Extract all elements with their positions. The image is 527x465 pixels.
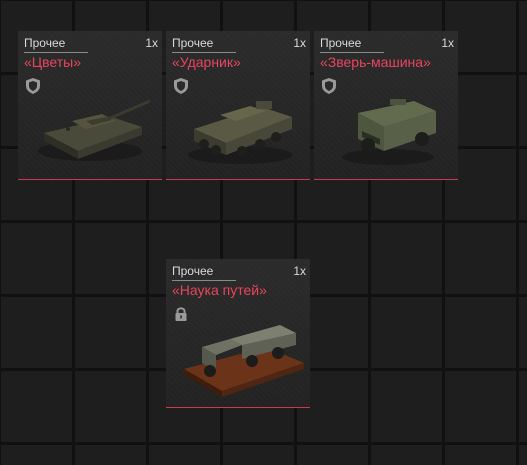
light-tank-icon (38, 99, 151, 161)
card-item-name: «Зверь-машина» (320, 54, 431, 70)
card-quantity: 1x (441, 36, 454, 50)
inventory-card-udarnik[interactable]: Прочее 1x «Ударник» (166, 31, 310, 180)
card-quantity: 1x (293, 36, 306, 50)
armored-carrier-icon (188, 101, 292, 164)
inventory-card-tsvety[interactable]: Прочее 1x «Цветы» (18, 31, 162, 180)
card-quantity: 1x (145, 36, 158, 50)
inventory-card-zver-mashina[interactable]: Прочее 1x «Зверь-машина» (314, 31, 458, 180)
card-category: Прочее (172, 264, 236, 281)
card-category: Прочее (172, 36, 236, 53)
card-item-name: «Ударник» (172, 54, 241, 70)
card-item-name: «Цветы» (24, 54, 82, 70)
inventory-card-nauka-putey[interactable]: Прочее 1x «Наука путей» (166, 259, 310, 408)
card-quantity: 1x (293, 264, 306, 278)
armored-car-icon (342, 99, 436, 165)
card-category: Прочее (320, 36, 384, 53)
card-category: Прочее (24, 36, 88, 53)
truck-on-stand-icon (184, 325, 304, 397)
card-item-name: «Наука путей» (172, 282, 267, 298)
